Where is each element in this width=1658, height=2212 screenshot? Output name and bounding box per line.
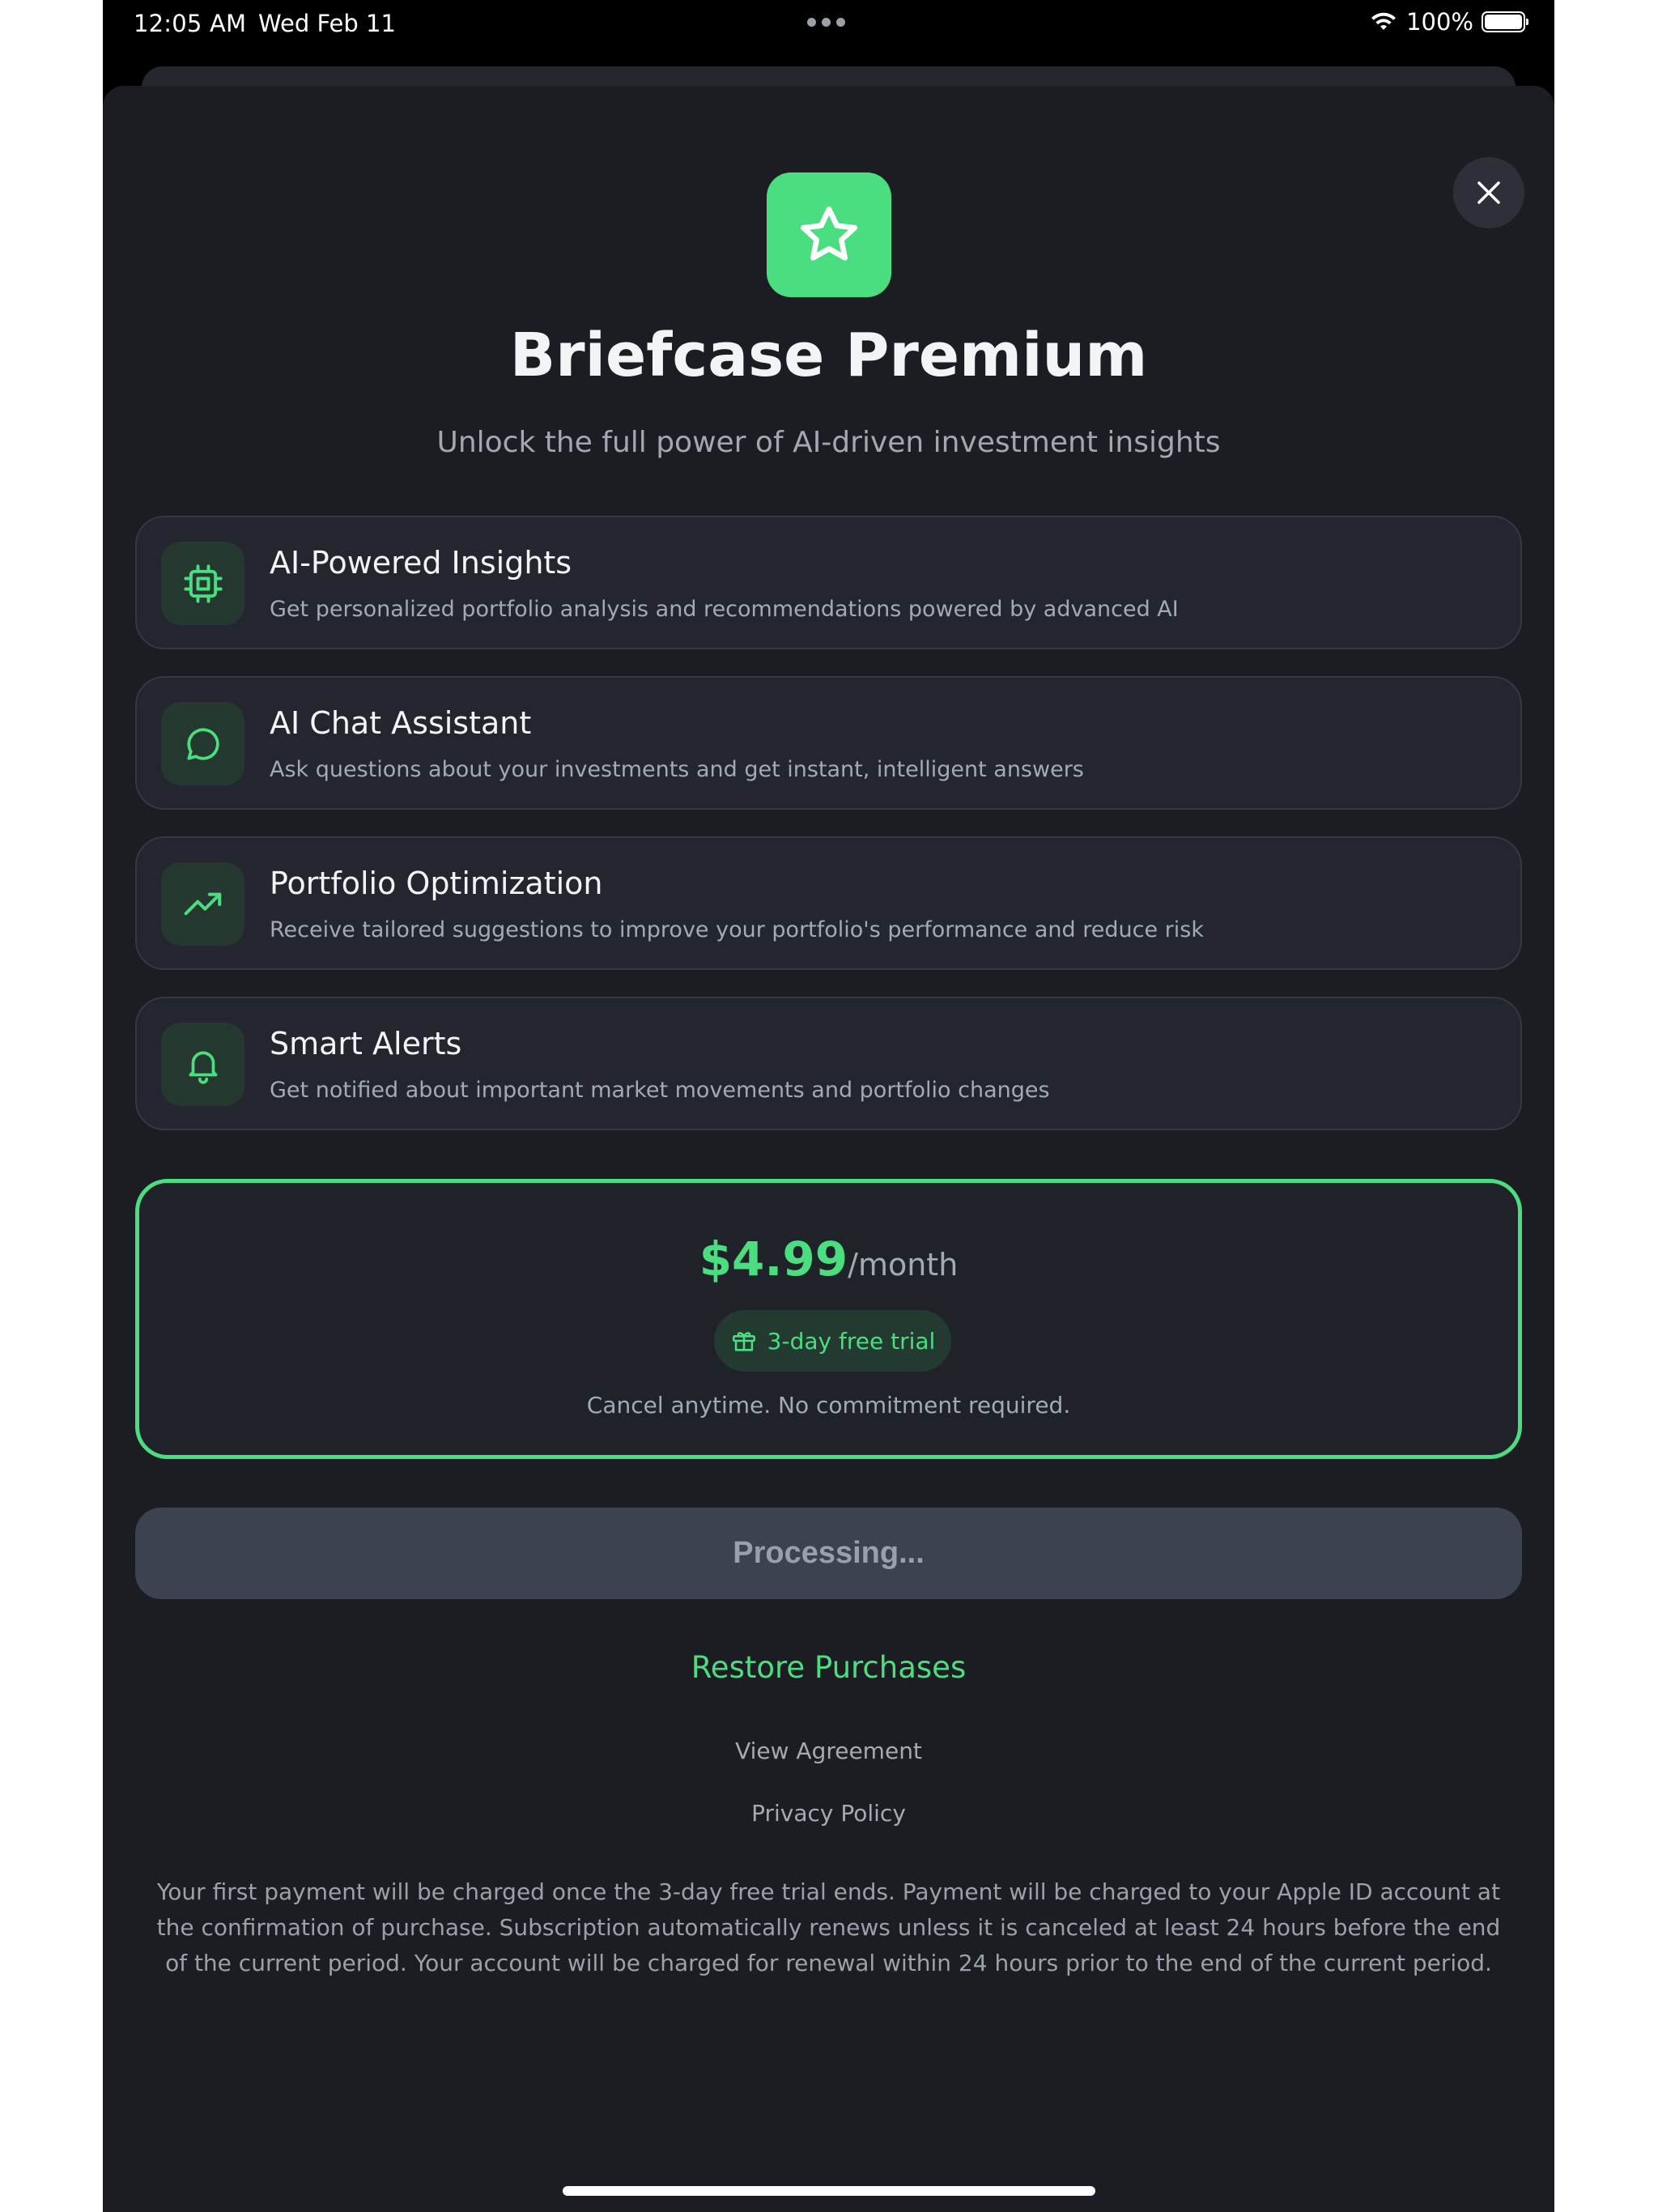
- price-amount: $4.99: [699, 1231, 848, 1287]
- price-period: /month: [848, 1247, 959, 1283]
- price-row: $4.99/month: [139, 1231, 1518, 1287]
- paywall-sheet: Briefcase Premium Unlock the full power …: [103, 86, 1554, 2212]
- status-time: 12:05 AM: [134, 10, 247, 37]
- premium-badge: [767, 172, 891, 297]
- view-agreement-link[interactable]: View Agreement: [103, 1738, 1554, 1764]
- pricing-card[interactable]: $4.99/month 3-day free trial Cancel anyt…: [135, 1179, 1522, 1459]
- gift-icon: [732, 1332, 755, 1351]
- free-trial-label: 3-day free trial: [767, 1327, 936, 1355]
- chat-bubble-icon: [186, 727, 219, 760]
- feature-icon-box: [161, 542, 244, 625]
- battery-percent: 100%: [1406, 8, 1473, 36]
- status-date: Wed Feb 11: [258, 10, 396, 37]
- device-screen: 12:05 AM Wed Feb 11 100% Briefcase Premi…: [103, 0, 1554, 2212]
- feature-icon-box: [161, 862, 244, 946]
- multitasking-dots-icon[interactable]: [807, 18, 845, 27]
- subscribe-button[interactable]: Processing...: [135, 1508, 1522, 1599]
- feature-icon-box: [161, 1023, 244, 1106]
- price-note: Cancel anytime. No commitment required.: [586, 1392, 1071, 1419]
- trending-up-icon: [184, 892, 221, 915]
- wifi-icon: [1371, 12, 1397, 30]
- feature-title: AI-Powered Insights: [270, 545, 572, 581]
- feature-title: Smart Alerts: [270, 1026, 462, 1061]
- feature-icon-box: [161, 702, 244, 785]
- feature-card-portfolio-optimization: Portfolio Optimization Receive tailored …: [135, 836, 1522, 970]
- feature-card-ai-chat: AI Chat Assistant Ask questions about yo…: [135, 676, 1522, 810]
- status-indicators: 100%: [1369, 8, 1528, 36]
- page-subtitle: Unlock the full power of AI-driven inves…: [436, 426, 1221, 459]
- cpu-chip-icon: [183, 564, 223, 603]
- home-indicator[interactable]: [563, 2186, 1095, 2196]
- feature-description: Get personalized portfolio analysis and …: [270, 597, 1179, 622]
- free-trial-badge: 3-day free trial: [714, 1310, 951, 1372]
- feature-title: AI Chat Assistant: [270, 705, 532, 741]
- feature-title: Portfolio Optimization: [270, 866, 603, 901]
- page-title: Briefcase Premium: [509, 321, 1148, 390]
- privacy-policy-link[interactable]: Privacy Policy: [103, 1800, 1554, 1827]
- feature-description: Receive tailored suggestions to improve …: [270, 917, 1204, 942]
- restore-purchases-link[interactable]: Restore Purchases: [103, 1650, 1554, 1685]
- battery-icon: [1482, 11, 1528, 32]
- feature-description: Ask questions about your investments and…: [270, 757, 1084, 782]
- close-icon: [1477, 181, 1500, 204]
- feature-card-smart-alerts: Smart Alerts Get notified about importan…: [135, 997, 1522, 1130]
- star-icon: [801, 206, 857, 261]
- feature-card-ai-insights: AI-Powered Insights Get personalized por…: [135, 516, 1522, 649]
- feature-description: Get notified about important market move…: [270, 1078, 1050, 1103]
- legal-disclaimer: Your first payment will be charged once …: [156, 1878, 1501, 1976]
- close-button[interactable]: [1453, 157, 1524, 228]
- bell-icon: [189, 1051, 217, 1084]
- status-bar: 12:05 AM Wed Feb 11 100%: [103, 0, 1554, 49]
